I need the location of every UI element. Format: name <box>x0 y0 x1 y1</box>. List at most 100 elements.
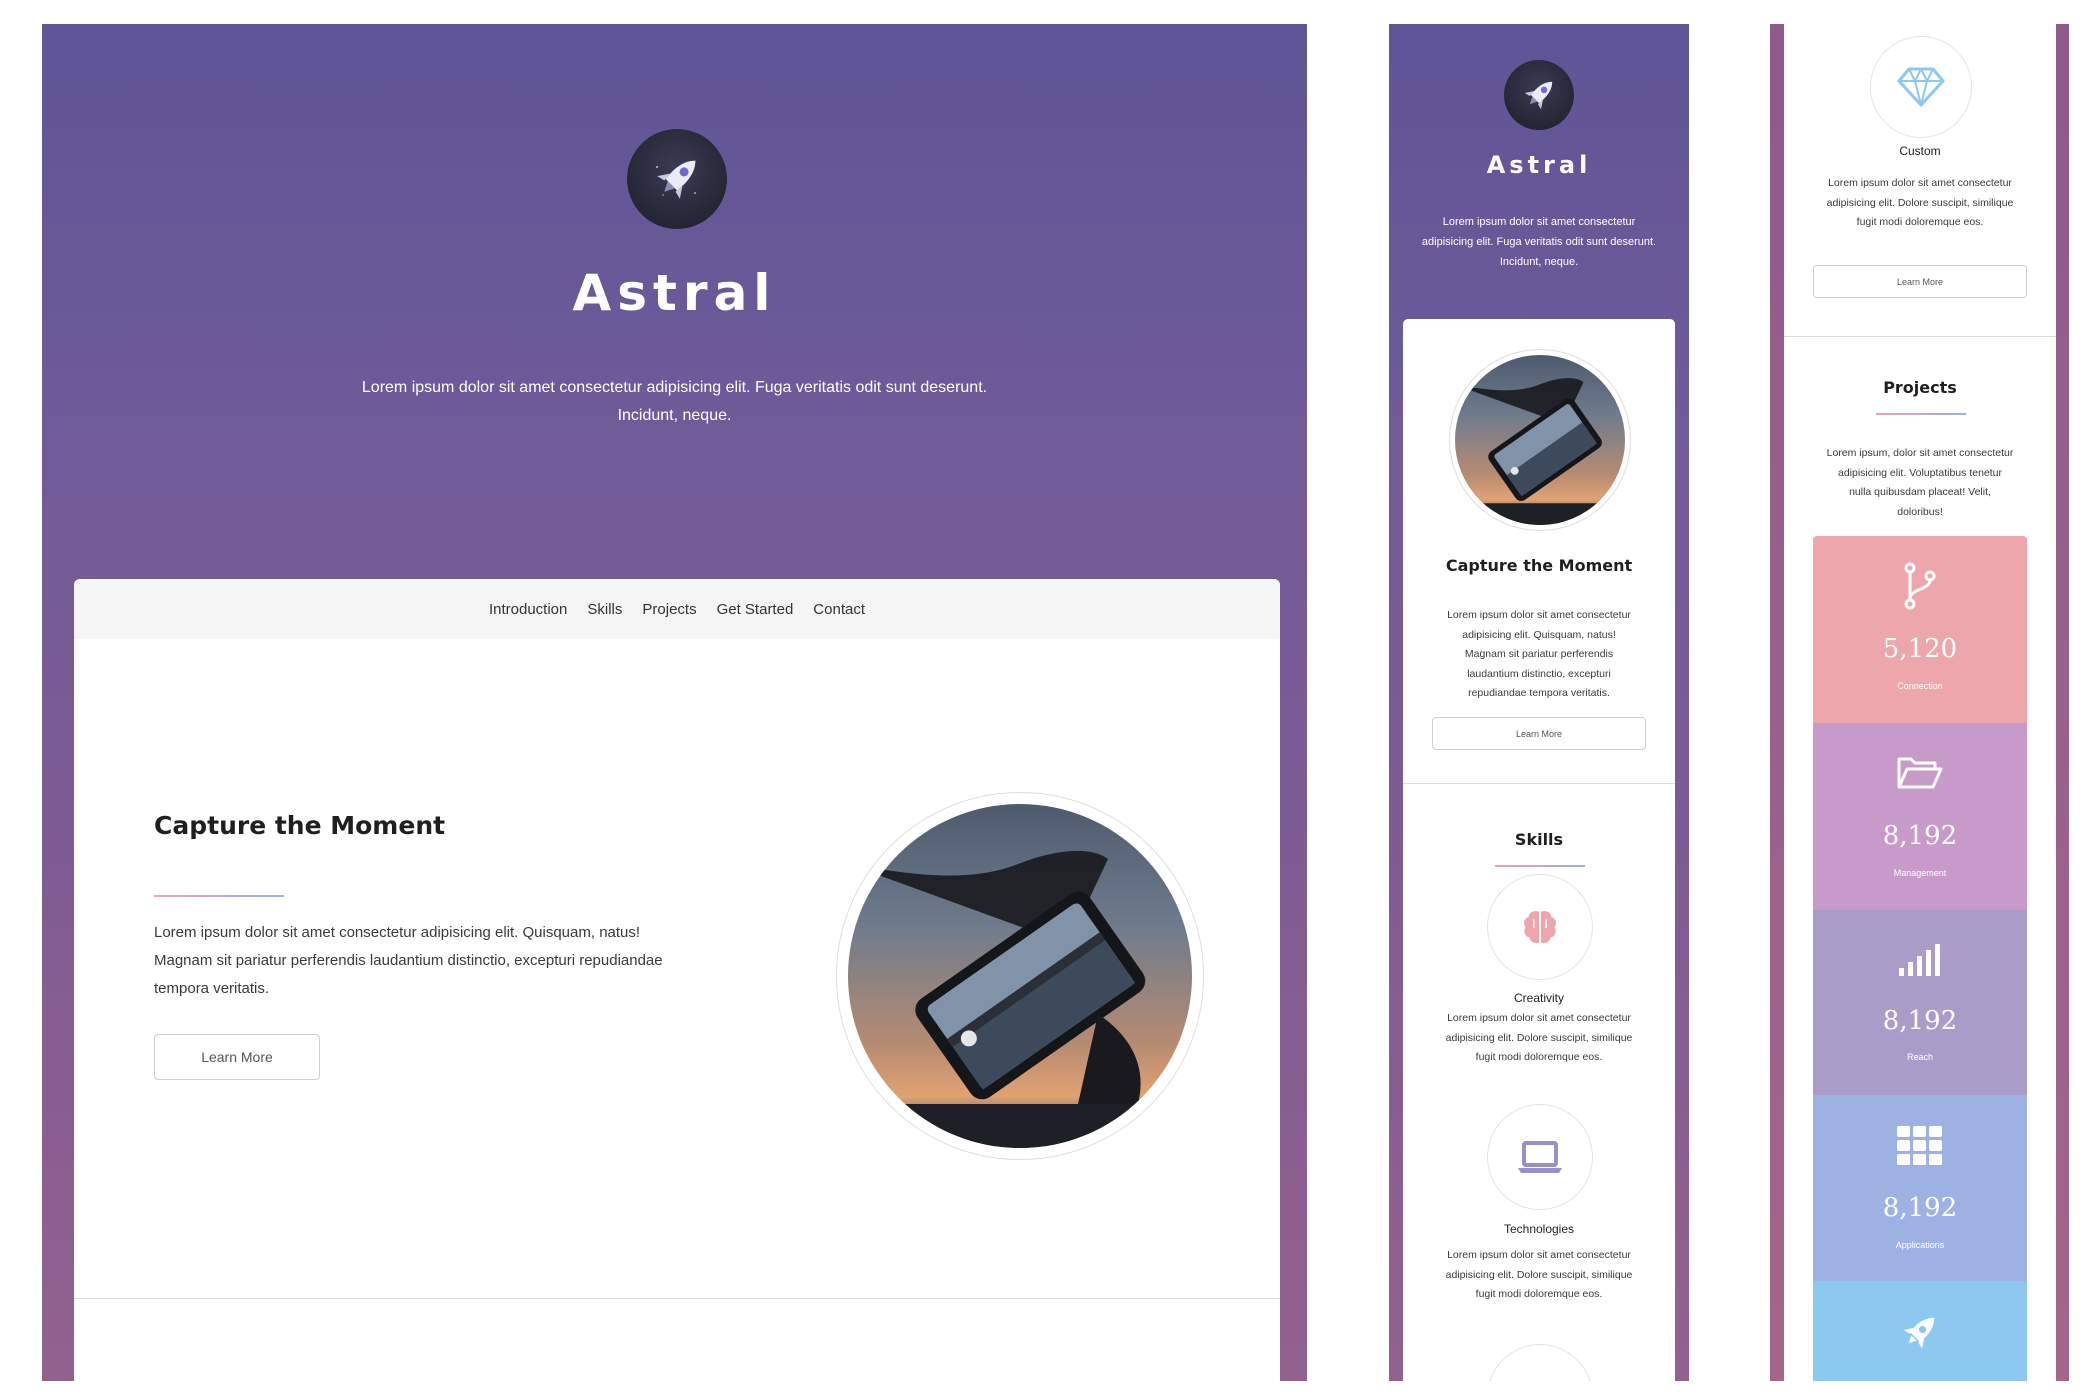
site-logo[interactable] <box>627 129 727 229</box>
brand-title: Astral <box>572 264 777 322</box>
nav-projects[interactable]: Projects <box>642 601 696 618</box>
mobile-section-divider <box>1403 783 1675 784</box>
projects-line-1: Lorem ipsum, dolor sit amet consectetur <box>1826 447 2014 459</box>
custom-text: Lorem ipsum dolor sit amet consectetur a… <box>1784 174 2056 233</box>
skills-title-underline <box>1495 865 1585 867</box>
intro-title: Capture the Moment <box>154 811 446 840</box>
custom-icon-frame <box>1870 36 1972 138</box>
custom-line-3: fugit modi doloremque eos. <box>1856 216 1984 228</box>
technologies-line-2: adipisicing elit. Dolore suscipit, simil… <box>1445 1268 1633 1281</box>
intro-text: Lorem ipsum dolor sit amet consectetur a… <box>154 919 663 1003</box>
mobile-intro-learn-more-button[interactable]: Learn More <box>1432 717 1646 750</box>
stat-tile-management: 8,192 Management <box>1813 723 2027 910</box>
technologies-line-1: Lorem ipsum dolor sit amet consectetur <box>1447 1249 1631 1261</box>
mobile-site-logo[interactable] <box>1504 60 1574 130</box>
main-card: Introduction Skills Projects Get Started… <box>74 579 1280 1381</box>
creativity-icon-frame <box>1487 874 1593 980</box>
stat-applications-label: Applications <box>1895 1240 1945 1250</box>
custom-line-1: Lorem ipsum dolor sit amet consectetur <box>1828 177 2012 189</box>
intro-text-line-2: Magnam sit pariatur perferendis laudanti… <box>154 952 663 969</box>
projects-line-4: doloribus! <box>1897 505 1943 518</box>
mobile-intro-line-5: repudiandae tempora veritatis. <box>1468 687 1610 699</box>
intro-photo <box>848 804 1192 1148</box>
brain-icon <box>1524 911 1556 944</box>
stat-tile-connection: 5,120 Connection <box>1813 536 2027 723</box>
technologies-line-3: fugit modi doloremque eos. <box>1475 1288 1603 1300</box>
mobile-tagline-line-1: Lorem ipsum dolor sit amet consectetur <box>1442 216 1636 228</box>
skills-title: Skills <box>1514 830 1564 849</box>
mobile-intro-photo <box>1455 355 1625 525</box>
mobile-intro-photo-frame <box>1449 349 1631 531</box>
projects-line-3: nulla quibusdam placeat! Velit, <box>1849 486 1991 498</box>
projects-title-underline <box>1876 413 1966 415</box>
mobile-intro-line-2: adipisicing elit. Quisquam, natus! <box>1462 628 1616 641</box>
stat-tile-rocket <box>1813 1281 2027 1381</box>
technologies-icon-frame <box>1487 1104 1593 1210</box>
creativity-name: Creativity <box>1513 991 1564 1005</box>
mobile-card: Capture the Moment Lorem ipsum dolor sit… <box>1403 319 1675 1381</box>
stat-tile-applications: 8,192 Applications <box>1813 1095 2027 1281</box>
stat-management-number: 8,192 <box>1882 821 1958 851</box>
hero-tagline-line-1: Lorem ipsum dolor sit amet consectetur a… <box>361 379 988 396</box>
mobile-intro-line-1: Lorem ipsum dolor sit amet consectetur <box>1447 609 1631 621</box>
stat-connection-value: 5,120 <box>1813 634 2027 664</box>
creativity-text: Lorem ipsum dolor sit amet consectetur a… <box>1403 1009 1675 1068</box>
intro-title-underline <box>154 895 284 897</box>
rocket-logo-icon <box>1524 81 1553 110</box>
projects-line-2: adipisicing elit. Voluptatibus tenetur <box>1837 466 2003 479</box>
stat-connection-number: 5,120 <box>1882 634 1958 664</box>
mobile-view: Astral Lorem ipsum dolor sit amet consec… <box>1389 24 1689 1381</box>
creativity-line-1: Lorem ipsum dolor sit amet consectetur <box>1447 1012 1631 1024</box>
creativity-line-2: adipisicing elit. Dolore suscipit, simil… <box>1445 1031 1633 1044</box>
hero-tagline: Lorem ipsum dolor sit amet consectetur a… <box>42 374 1307 430</box>
folder-open-icon <box>1813 753 2027 797</box>
intro-text-line-3: tempora veritatis. <box>154 980 270 997</box>
mobile-intro-line-3: Magnam sit pariatur perferendis <box>1464 648 1614 660</box>
laptop-icon <box>1518 1141 1562 1173</box>
diamond-icon <box>1897 67 1945 107</box>
intro-text-line-1: Lorem ipsum dolor sit amet consectetur a… <box>154 924 641 941</box>
main-nav: Introduction Skills Projects Get Started… <box>74 579 1280 639</box>
projects-view: Custom Lorem ipsum dolor sit amet consec… <box>1770 24 2069 1381</box>
hero-tagline-line-2: Incidunt, neque. <box>617 407 732 424</box>
stat-management-label: Management <box>1893 868 1947 878</box>
rocket-icon <box>1813 1309 2027 1359</box>
phone-photo-image <box>848 850 1192 1148</box>
custom-learn-more-button[interactable]: Learn More <box>1813 265 2027 298</box>
projects-title: Projects <box>1883 378 1957 397</box>
next-skill-icon-frame <box>1487 1344 1593 1381</box>
grid-icon <box>1813 1125 2027 1171</box>
section-divider <box>74 1298 1280 1299</box>
mobile-tagline-line-3: Incidunt, neque. <box>1499 256 1579 268</box>
rocket-logo-icon <box>656 160 696 199</box>
stat-applications-value: 8,192 <box>1813 1193 2027 1223</box>
nav-contact[interactable]: Contact <box>813 601 865 618</box>
desktop-view: Astral Lorem ipsum dolor sit amet consec… <box>42 24 1307 1381</box>
phone-photo-image <box>1455 378 1625 525</box>
technologies-text: Lorem ipsum dolor sit amet consectetur a… <box>1403 1246 1675 1305</box>
stat-reach-label: Reach <box>1906 1052 1933 1062</box>
mobile-intro-line-4: laudantium distinctio, excepturi <box>1467 667 1611 680</box>
projects-content: Custom Lorem ipsum dolor sit amet consec… <box>1784 24 2056 1381</box>
intro-photo-frame <box>836 792 1204 1160</box>
mobile-intro-text: Lorem ipsum dolor sit amet consectetur a… <box>1403 606 1675 704</box>
mobile-tagline-line-2: adipisicing elit. Fuga veritatis odit su… <box>1421 236 1657 248</box>
nav-get-started[interactable]: Get Started <box>717 601 794 618</box>
projects-divider <box>1784 336 2056 337</box>
intro-learn-more-button[interactable]: Learn More <box>154 1034 320 1080</box>
custom-name: Custom <box>1899 144 1941 158</box>
mobile-hero-tagline: Lorem ipsum dolor sit amet consectetur a… <box>1389 212 1689 272</box>
mobile-brand-title: Astral <box>1486 151 1592 179</box>
stat-applications-number: 8,192 <box>1882 1193 1958 1223</box>
creativity-line-3: fugit modi doloremque eos. <box>1475 1051 1603 1063</box>
mobile-intro-title: Capture the Moment <box>1445 556 1633 575</box>
nav-skills[interactable]: Skills <box>587 601 622 618</box>
stat-reach-number: 8,192 <box>1882 1006 1958 1036</box>
stat-tile-reach: 8,192 Reach <box>1813 910 2027 1095</box>
stat-reach-value: 8,192 <box>1813 1006 2027 1036</box>
signal-bars-icon <box>1813 940 2027 980</box>
custom-line-2: adipisicing elit. Dolore suscipit, simil… <box>1826 196 2014 209</box>
stat-management-value: 8,192 <box>1813 821 2027 851</box>
nav-introduction[interactable]: Introduction <box>489 601 567 618</box>
projects-text: Lorem ipsum, dolor sit amet consectetur … <box>1784 444 2056 522</box>
